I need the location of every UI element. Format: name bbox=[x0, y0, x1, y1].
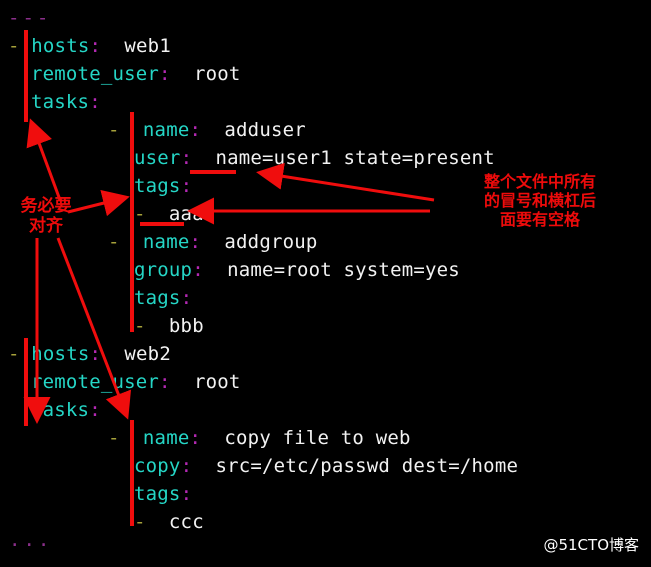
code-line-13: tasks: bbox=[31, 396, 101, 424]
yaml-key: name bbox=[142, 119, 190, 141]
list-dash: - bbox=[8, 35, 20, 57]
yaml-colon: : bbox=[192, 259, 204, 281]
yaml-colon: : bbox=[180, 147, 193, 169]
yaml-value: adduser bbox=[224, 119, 306, 141]
yaml-colon: : bbox=[89, 343, 102, 365]
yaml-key: group bbox=[134, 259, 193, 281]
yaml-colon: : bbox=[189, 119, 202, 141]
yaml-value: root bbox=[193, 371, 241, 393]
yaml-colon: : bbox=[180, 175, 193, 197]
yaml-value: web2 bbox=[124, 343, 171, 365]
code-line-11: - hosts: web2 bbox=[8, 340, 171, 368]
list-dash: - bbox=[8, 343, 20, 365]
yaml-key: tasks bbox=[31, 91, 90, 113]
yaml-key: user bbox=[134, 147, 181, 169]
code-line-0: - hosts: web1 bbox=[8, 32, 171, 60]
code-line-7: - name: addgroup bbox=[108, 228, 318, 256]
yaml-value: copy file to web bbox=[224, 427, 411, 449]
yaml-key: name bbox=[142, 231, 190, 253]
code-line-2: tasks: bbox=[31, 88, 101, 116]
yaml-key: tasks bbox=[31, 399, 90, 421]
list-dash: - bbox=[134, 315, 146, 337]
yaml-code-block: --- - hosts: web1 remote_user: root task… bbox=[0, 0, 651, 567]
yaml-key: tags bbox=[134, 287, 181, 309]
yaml-key: remote_user bbox=[31, 63, 160, 85]
yaml-value: name=user1 state=present bbox=[215, 147, 495, 169]
yaml-value: bbb bbox=[168, 315, 204, 337]
yaml-colon: : bbox=[189, 231, 202, 253]
code-line-3: - name: adduser bbox=[108, 116, 306, 144]
yaml-colon: : bbox=[189, 427, 202, 449]
yaml-key: hosts bbox=[31, 35, 90, 57]
yaml-key: copy bbox=[134, 455, 181, 477]
code-line-17: - ccc bbox=[134, 508, 204, 536]
yaml-value: name=root system=yes bbox=[227, 259, 460, 281]
yaml-colon: : bbox=[159, 63, 171, 85]
yaml-key: tags bbox=[134, 175, 181, 197]
yaml-colon: : bbox=[159, 371, 171, 393]
code-line-15: copy: src=/etc/passwd dest=/home bbox=[134, 452, 518, 480]
yaml-colon: : bbox=[180, 483, 193, 505]
code-line-9: tags: bbox=[134, 284, 192, 312]
code-line-8: group: name=root system=yes bbox=[134, 256, 460, 284]
code-line-6: - aaa bbox=[134, 200, 204, 228]
list-dash: - bbox=[134, 203, 146, 225]
yaml-colon: : bbox=[89, 35, 102, 57]
terminal-screenshot: --- - hosts: web1 remote_user: root task… bbox=[0, 0, 651, 567]
yaml-colon: : bbox=[180, 455, 193, 477]
watermark: @51CTO博客 bbox=[543, 536, 639, 554]
list-dash: - bbox=[108, 231, 120, 253]
code-line-5: tags: bbox=[134, 172, 192, 200]
code-line-doc-start: --- bbox=[8, 4, 51, 32]
yaml-value: src=/etc/passwd dest=/home bbox=[215, 455, 519, 477]
list-dash: - bbox=[108, 427, 120, 449]
code-line-14: - name: copy file to web bbox=[108, 424, 411, 452]
yaml-value: aaa bbox=[168, 203, 204, 225]
doc-start-marker: --- bbox=[8, 7, 52, 29]
code-line-12: remote_user: root bbox=[31, 368, 241, 396]
code-line-4: user: name=user1 state=present bbox=[134, 144, 495, 172]
yaml-key: remote_user bbox=[31, 371, 160, 393]
list-dash: - bbox=[134, 511, 146, 533]
yaml-key: tags bbox=[134, 483, 181, 505]
list-dash: - bbox=[108, 119, 120, 141]
doc-end-marker: ... bbox=[9, 529, 53, 551]
yaml-colon: : bbox=[180, 287, 193, 309]
yaml-colon: : bbox=[89, 91, 101, 113]
yaml-value: web1 bbox=[124, 35, 171, 57]
yaml-colon: : bbox=[89, 399, 101, 421]
code-line-16: tags: bbox=[134, 480, 192, 508]
code-line-1: remote_user: root bbox=[31, 60, 241, 88]
yaml-key: hosts bbox=[31, 343, 90, 365]
yaml-key: name bbox=[142, 427, 190, 449]
yaml-value: root bbox=[193, 63, 241, 85]
code-line-10: - bbb bbox=[134, 312, 204, 340]
yaml-value: addgroup bbox=[224, 231, 318, 253]
yaml-value: ccc bbox=[168, 511, 204, 533]
